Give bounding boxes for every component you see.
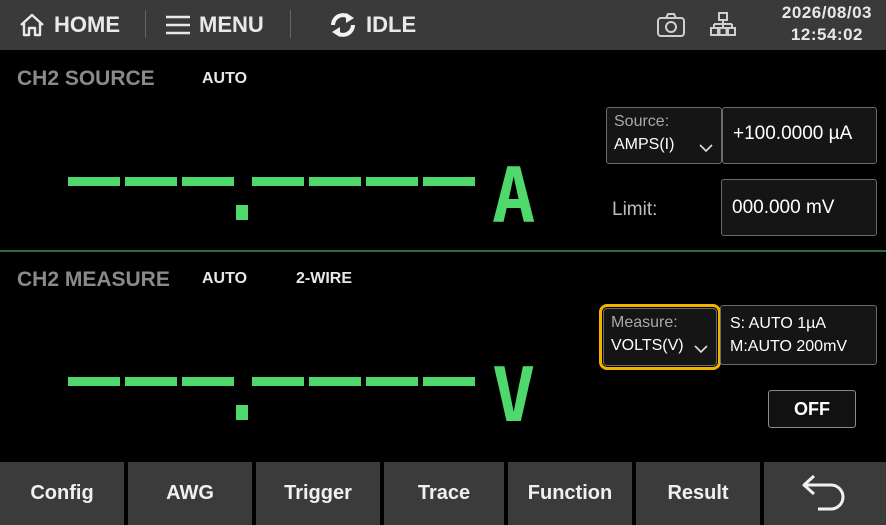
measure-range-text: M:AUTO 200mV: [730, 338, 848, 355]
measure-function-dropdown[interactable]: Measure: VOLTS(V): [599, 304, 721, 370]
measure-function-value: VOLTS(V): [611, 337, 684, 354]
network-status[interactable]: [710, 0, 736, 50]
source-readout: A: [68, 150, 536, 240]
source-range-mode: AUTO: [202, 70, 248, 87]
back-arrow-icon: [800, 470, 850, 518]
softkey-awg[interactable]: AWG: [128, 462, 252, 525]
measure-readout: V: [68, 350, 536, 440]
camera-icon: [656, 12, 686, 38]
limit-field[interactable]: 000.000 mV: [721, 179, 877, 236]
topbar-divider: [290, 10, 291, 38]
measure-unit: V: [492, 350, 536, 440]
source-section-title: CH2 SOURCE: [17, 67, 155, 90]
top-bar: HOME MENU IDLE 2026/08/03 12:54:02: [0, 0, 886, 50]
date-text: 2026/08/03: [781, 3, 872, 22]
network-icon: [710, 12, 736, 38]
datetime-display: 2026/08/03 12:54:02: [782, 2, 872, 46]
section-divider: [0, 250, 886, 252]
home-button[interactable]: HOME: [18, 0, 120, 50]
menu-label: MENU: [199, 12, 264, 37]
limit-label: Limit:: [612, 199, 658, 220]
source-range-text: S: AUTO 1µA: [730, 315, 827, 332]
time-text: 12:54:02: [790, 25, 863, 44]
wiring-mode: 2-WIRE: [296, 270, 352, 287]
softkey-config[interactable]: Config: [0, 462, 124, 525]
run-status[interactable]: IDLE: [328, 0, 416, 50]
measure-section-title: CH2 MEASURE: [17, 268, 170, 291]
output-toggle-button[interactable]: OFF: [768, 390, 856, 428]
status-label: IDLE: [366, 12, 417, 37]
measure-function-label: Measure:: [611, 314, 678, 331]
measure-readout-dashes: [68, 377, 475, 420]
hamburger-menu-icon: [165, 14, 191, 36]
source-function-value: AMPS(I): [614, 136, 675, 153]
softkey-trace[interactable]: Trace: [384, 462, 504, 525]
source-level-value: +100.0000 µA: [733, 123, 853, 144]
source-function-dropdown[interactable]: Source: AMPS(I): [606, 107, 722, 164]
source-function-label: Source:: [614, 113, 670, 130]
topbar-divider: [145, 10, 146, 38]
softkey-bar: Config AWG Trigger Trace Function Result: [0, 462, 886, 525]
softkey-result[interactable]: Result: [636, 462, 760, 525]
screenshot-button[interactable]: [656, 0, 686, 50]
home-icon: [18, 12, 46, 38]
softkey-trigger[interactable]: Trigger: [256, 462, 380, 525]
chevron-down-icon: [699, 140, 713, 158]
source-readout-dashes: [68, 177, 475, 220]
range-info-field[interactable]: S: AUTO 1µA M:AUTO 200mV: [720, 305, 877, 365]
back-button[interactable]: [764, 462, 886, 525]
source-unit: A: [492, 150, 536, 240]
chevron-down-icon: [694, 341, 708, 359]
limit-value: 000.000 mV: [732, 197, 835, 218]
softkey-function[interactable]: Function: [508, 462, 632, 525]
measure-range-mode: AUTO: [202, 270, 248, 287]
home-label: HOME: [54, 12, 120, 37]
refresh-icon: [328, 11, 358, 39]
menu-button[interactable]: MENU: [165, 0, 264, 50]
source-level-field[interactable]: +100.0000 µA: [722, 107, 877, 164]
